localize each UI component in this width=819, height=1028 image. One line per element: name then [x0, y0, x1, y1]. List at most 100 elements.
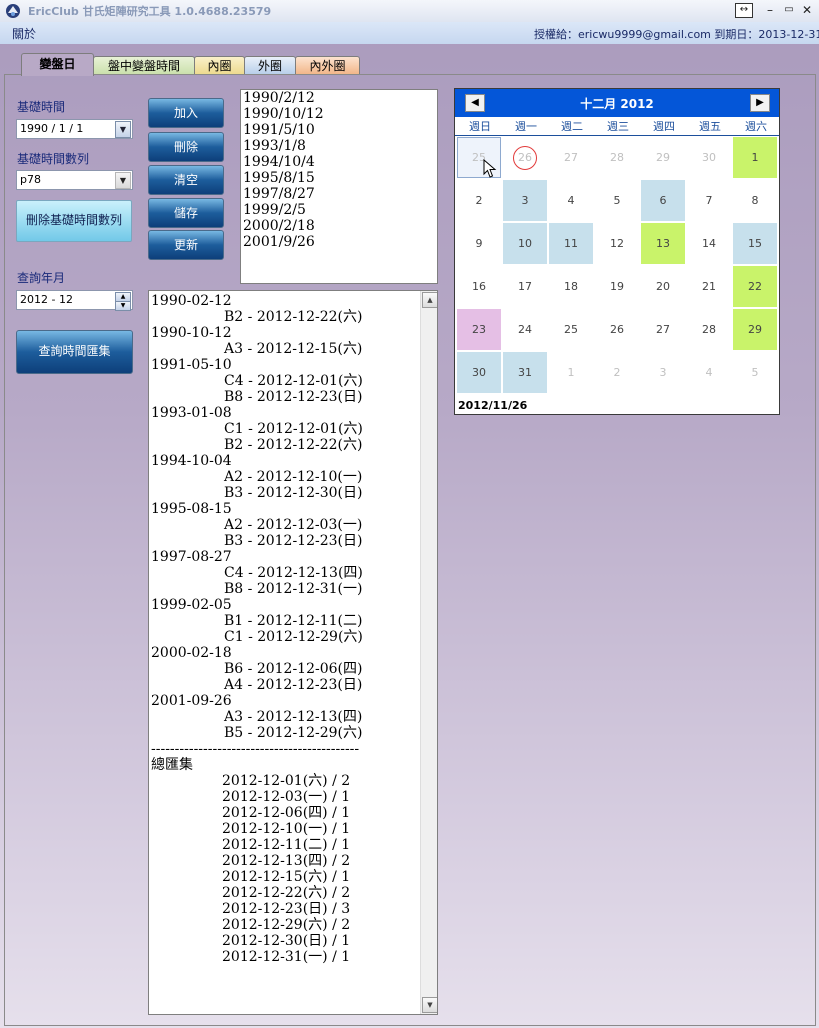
calendar-day-cell[interactable]: 26	[595, 309, 639, 350]
result-detail-line: A2 - 2012-12-10(一)	[224, 469, 363, 485]
resize-toggle-button[interactable]: ↔	[735, 3, 753, 18]
calendar-day-cell[interactable]: 9	[457, 223, 501, 264]
delete-series-button[interactable]: 刪除基礎時間數列	[16, 200, 132, 242]
date-list-item[interactable]: 1991/5/10	[241, 122, 437, 138]
calendar-grid: 25 26 27 28 29 30 1 2 3 4 5 6 7 8 9 10 11 12 13 14 15 16 17 18 1…	[455, 137, 779, 397]
calendar-day-cell[interactable]: 5	[733, 352, 777, 393]
month-calendar[interactable]: ◀ 十二月 2012 ▶ 週日 週一 週二 週三 週四 週五 週六 25 26 27 28 29 30…	[454, 88, 780, 415]
base-time-picker[interactable]: 1990 / 1 / 1 ▼	[16, 119, 133, 139]
chevron-down-icon[interactable]: ▼	[115, 121, 131, 138]
base-date-list[interactable]: 1990/2/12 1990/10/12 1991/5/10 1993/1/8 1994…	[240, 89, 438, 284]
series-select[interactable]: p78 ▼	[16, 170, 133, 190]
date-list-item[interactable]: 1999/2/5	[241, 202, 437, 218]
chevron-down-icon[interactable]: ▼	[115, 172, 131, 189]
date-list-item[interactable]: 1993/1/8	[241, 138, 437, 154]
calendar-title[interactable]: 十二月 2012	[455, 95, 779, 112]
date-list-item[interactable]: 2000/2/18	[241, 218, 437, 234]
calendar-day-cell[interactable]: 15	[733, 223, 777, 264]
result-group-line: 總匯集	[151, 757, 193, 773]
calendar-day-cell[interactable]: 24	[503, 309, 547, 350]
calendar-day-cell[interactable]: 3	[641, 352, 685, 393]
calendar-day-cell[interactable]: 16	[457, 266, 501, 307]
calendar-day-cell[interactable]: 1	[733, 137, 777, 178]
tab-inner-outer-circle[interactable]: 內外圈	[295, 56, 360, 75]
update-button[interactable]: 更新	[148, 230, 224, 260]
results-content: 1990-02-12 B2 - 2012-12-22(六) 1990-10-12 A3…	[151, 293, 363, 965]
date-list-item[interactable]: 1994/10/4	[241, 154, 437, 170]
calendar-day-cell[interactable]: 12	[595, 223, 639, 264]
calendar-day-cell[interactable]: 27	[549, 137, 593, 178]
tab-intraday-turning-time[interactable]: 盤中變盤時間	[93, 56, 195, 75]
weekday-label: 週日	[469, 120, 491, 133]
spin-down-icon[interactable]: ▼	[115, 301, 131, 311]
delete-button[interactable]: 刪除	[148, 132, 224, 162]
today-label[interactable]: 2012/11/26	[458, 399, 527, 412]
calendar-day-cell[interactable]: 7	[687, 180, 731, 221]
calendar-day-cell[interactable]: 27	[641, 309, 685, 350]
calendar-day-cell[interactable]: 1	[549, 352, 593, 393]
calendar-day-cell[interactable]: 29	[733, 309, 777, 350]
result-detail-line: 2012-12-01(六) / 2	[222, 773, 351, 789]
calendar-day-cell[interactable]: 19	[595, 266, 639, 307]
result-detail-line: 2012-12-30(日) / 1	[222, 933, 351, 949]
results-textbox[interactable]: 1990-02-12 B2 - 2012-12-22(六) 1990-10-12 A3…	[148, 290, 438, 1015]
tab-outer-circle[interactable]: 外圈	[244, 56, 296, 75]
date-list-item[interactable]: 2001/9/26	[241, 234, 437, 250]
result-detail-line: A3 - 2012-12-15(六)	[224, 341, 363, 357]
calendar-day-cell[interactable]: 4	[549, 180, 593, 221]
calendar-day-cell[interactable]: 3	[503, 180, 547, 221]
calendar-day-cell[interactable]: 25	[549, 309, 593, 350]
calendar-day-cell[interactable]: 30	[457, 352, 501, 393]
result-detail-line: B2 - 2012-12-22(六)	[224, 437, 363, 453]
calendar-day-cell[interactable]: 29	[641, 137, 685, 178]
scroll-down-icon[interactable]: ▼	[422, 997, 437, 1013]
result-detail-line: 2012-12-22(六) / 2	[222, 885, 351, 901]
calendar-day-cell[interactable]: 8	[733, 180, 777, 221]
minimize-button[interactable]: –	[761, 3, 779, 18]
calendar-day-cell[interactable]: 21	[687, 266, 731, 307]
date-list-item[interactable]: 1990/2/12	[241, 90, 437, 106]
calendar-day-cell[interactable]: 4	[687, 352, 731, 393]
calendar-day-cell[interactable]: 10	[503, 223, 547, 264]
maximize-button[interactable]: ▭	[780, 3, 798, 18]
calendar-day-cell[interactable]: 22	[733, 266, 777, 307]
calendar-day-cell[interactable]: 23	[457, 309, 501, 350]
result-group-line: 1993-01-08	[151, 405, 232, 421]
results-scrollbar[interactable]: ▲ ▼	[420, 291, 437, 1014]
calendar-day-cell[interactable]: 18	[549, 266, 593, 307]
calendar-day-cell[interactable]: 2	[457, 180, 501, 221]
result-detail-line: C1 - 2012-12-01(六)	[224, 421, 363, 437]
calendar-day-cell[interactable]: 2	[595, 352, 639, 393]
tab-inner-circle[interactable]: 內圈	[194, 56, 245, 75]
calendar-day-cell[interactable]: 13	[641, 223, 685, 264]
calendar-day-cell[interactable]: 28	[687, 309, 731, 350]
result-detail-line: B2 - 2012-12-22(六)	[224, 309, 363, 325]
weekday-header: 週日 週一 週二 週三 週四 週五 週六	[455, 119, 779, 136]
date-list-item[interactable]: 1997/8/27	[241, 186, 437, 202]
clear-button[interactable]: 清空	[148, 165, 224, 195]
save-button[interactable]: 儲存	[148, 198, 224, 228]
calendar-day-cell[interactable]: 17	[503, 266, 547, 307]
result-detail-line: 2012-12-29(六) / 2	[222, 917, 351, 933]
scroll-up-icon[interactable]: ▲	[422, 292, 437, 308]
date-list-item[interactable]: 1990/10/12	[241, 106, 437, 122]
result-group-line: 1990-02-12	[151, 293, 232, 309]
calendar-day-cell[interactable]: 30	[687, 137, 731, 178]
calendar-day-cell[interactable]: 6	[641, 180, 685, 221]
calendar-day-cell[interactable]: 20	[641, 266, 685, 307]
calendar-day-cell[interactable]: 11	[549, 223, 593, 264]
calendar-day-cell[interactable]: 5	[595, 180, 639, 221]
calendar-day-cell[interactable]: 28	[595, 137, 639, 178]
tab-turning-day[interactable]: 變盤日	[21, 53, 94, 76]
result-detail-line: C4 - 2012-12-01(六)	[224, 373, 363, 389]
query-month-picker[interactable]: 2012 - 12 ▲ ▼	[16, 290, 133, 311]
next-month-button[interactable]: ▶	[750, 94, 770, 112]
menu-item-about[interactable]: 關於	[12, 25, 36, 42]
add-button[interactable]: 加入	[148, 98, 224, 128]
close-button[interactable]: ✕	[798, 3, 816, 18]
result-group-line: 2000-02-18	[151, 645, 232, 661]
calendar-day-cell[interactable]: 31	[503, 352, 547, 393]
date-list-item[interactable]: 1995/8/15	[241, 170, 437, 186]
query-aggregate-button[interactable]: 查詢時間匯集	[16, 330, 133, 374]
calendar-day-cell[interactable]: 14	[687, 223, 731, 264]
